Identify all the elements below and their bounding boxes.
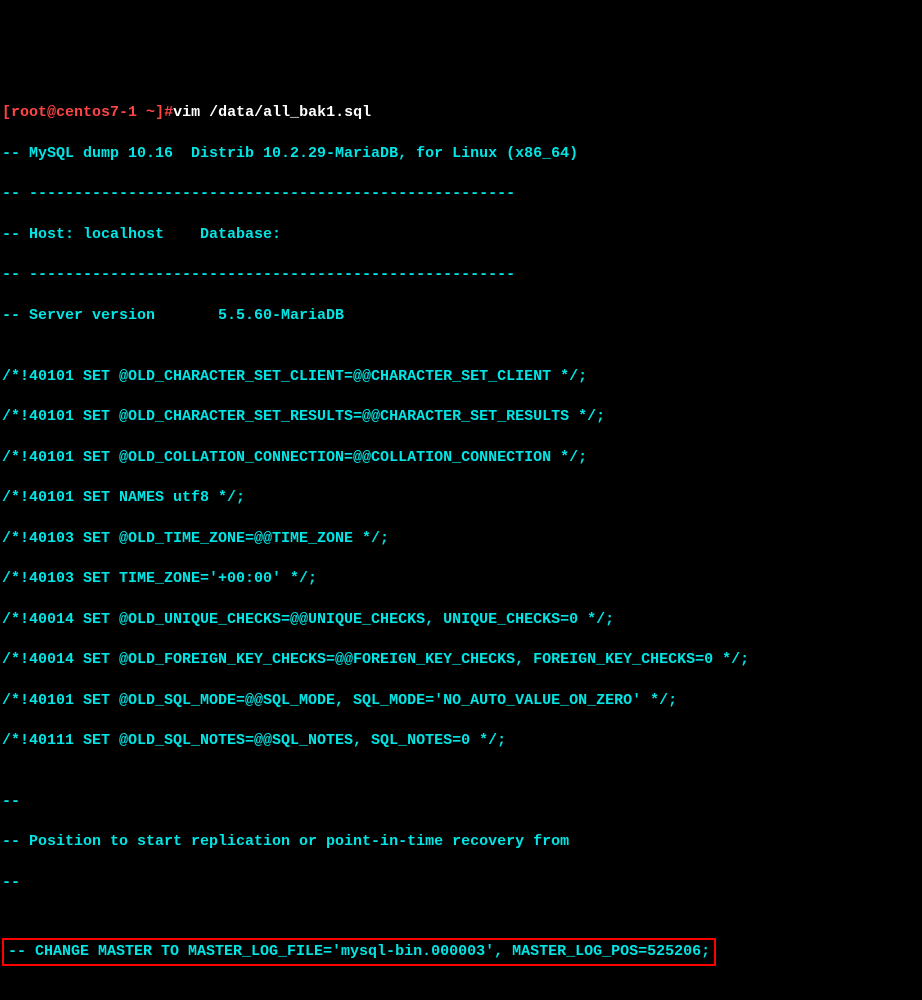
file-line: /*!40014 SET @OLD_FOREIGN_KEY_CHECKS=@@F… — [2, 650, 920, 670]
file-line: -- — [2, 792, 920, 812]
file-line: -- Host: localhost Database: — [2, 225, 920, 245]
highlighted-line: -- CHANGE MASTER TO MASTER_LOG_FILE='mys… — [8, 943, 710, 960]
file-line: -- Position to start replication or poin… — [2, 832, 920, 852]
file-line: -- Server version 5.5.60-MariaDB — [2, 306, 920, 326]
file-line: /*!40103 SET @OLD_TIME_ZONE=@@TIME_ZONE … — [2, 529, 920, 549]
command-text: vim /data/all_bak1.sql — [173, 104, 371, 121]
file-line: /*!40111 SET @OLD_SQL_NOTES=@@SQL_NOTES,… — [2, 731, 920, 751]
terminal-window[interactable]: [root@centos7-1 ~]#vim /data/all_bak1.sq… — [2, 83, 920, 966]
prompt-tilde-space — [137, 104, 146, 121]
prompt-line: [root@centos7-1 ~]#vim /data/all_bak1.sq… — [2, 103, 920, 123]
file-line: /*!40014 SET @OLD_UNIQUE_CHECKS=@@UNIQUE… — [2, 610, 920, 630]
prompt-tilde: ~ — [146, 104, 155, 121]
file-line: -- — [2, 873, 920, 893]
file-line: /*!40101 SET @OLD_CHARACTER_SET_CLIENT=@… — [2, 367, 920, 387]
prompt-user-host: [root@centos7-1 — [2, 104, 137, 121]
file-line: /*!40101 SET @OLD_CHARACTER_SET_RESULTS=… — [2, 407, 920, 427]
file-line: /*!40101 SET @OLD_SQL_MODE=@@SQL_MODE, S… — [2, 691, 920, 711]
file-line: -- MySQL dump 10.16 Distrib 10.2.29-Mari… — [2, 144, 920, 164]
file-line: /*!40101 SET @OLD_COLLATION_CONNECTION=@… — [2, 448, 920, 468]
file-line: -- -------------------------------------… — [2, 265, 920, 285]
file-line: /*!40103 SET TIME_ZONE='+00:00' */; — [2, 569, 920, 589]
highlight-annotation: -- CHANGE MASTER TO MASTER_LOG_FILE='mys… — [2, 938, 716, 966]
file-line: -- -------------------------------------… — [2, 184, 920, 204]
prompt-marker: ]# — [155, 104, 173, 121]
file-line: /*!40101 SET NAMES utf8 */; — [2, 488, 920, 508]
